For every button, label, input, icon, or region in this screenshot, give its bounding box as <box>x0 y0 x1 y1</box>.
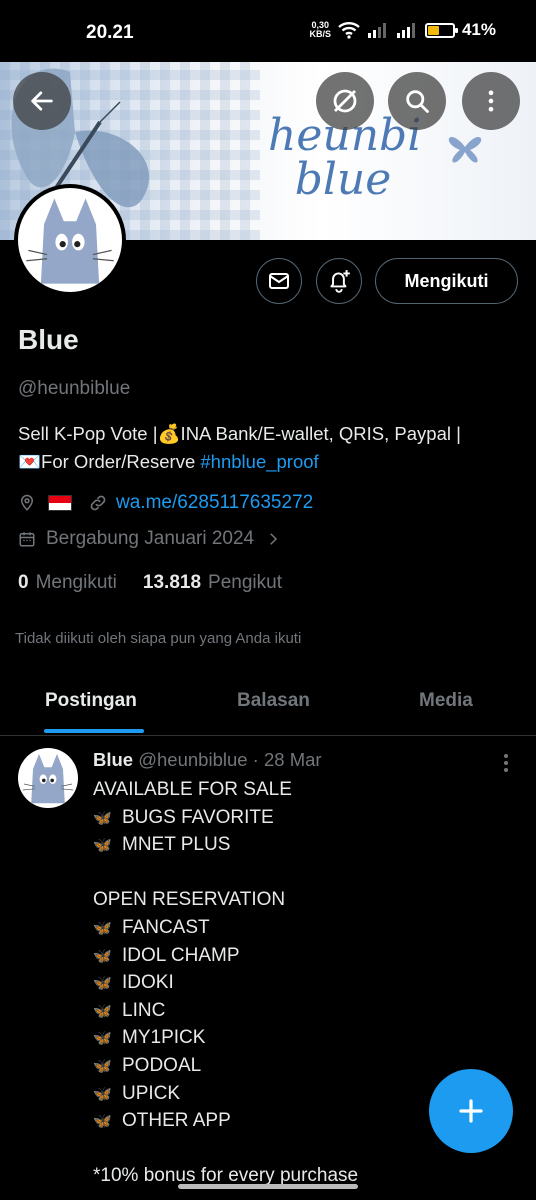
post-avatar[interactable] <box>18 748 78 808</box>
battery-percent: 41% <box>461 20 496 39</box>
followers-stat[interactable]: 13.818 Pengikut <box>143 572 282 594</box>
more-vertical-icon <box>488 90 494 112</box>
butterfly-icon: 🦋 <box>93 947 112 965</box>
signal-icon-1 <box>367 23 386 38</box>
plus-icon <box>459 1099 483 1123</box>
home-indicator[interactable] <box>178 1184 358 1189</box>
butterfly-icon: 🦋 <box>93 837 112 855</box>
butterfly-icon: 🦋 <box>93 1030 112 1048</box>
back-button[interactable] <box>13 72 71 130</box>
signal-icon-2 <box>396 23 415 38</box>
message-button[interactable] <box>256 258 302 304</box>
status-indicators: 0,30 KB/S 41% <box>309 20 496 40</box>
post-line: OPEN RESERVATION <box>93 889 286 911</box>
post-more-button[interactable] <box>496 752 516 774</box>
notify-button[interactable] <box>316 258 362 304</box>
search-icon <box>406 90 429 113</box>
profile-link[interactable]: wa.me/6285117635272 <box>116 492 313 514</box>
post-line: 🦋 IDOKI <box>93 969 513 997</box>
post-line: AVAILABLE FOR SALE <box>93 779 292 800</box>
chevron-right-icon <box>270 533 278 545</box>
network-speed: 0,30 KB/S <box>309 20 331 39</box>
arrow-left-icon <box>31 91 53 111</box>
profile-tabs: Postingan Balasan Media <box>0 676 536 736</box>
butterfly-icon: 🦋 <box>93 1002 112 1020</box>
grok-icon <box>333 89 357 113</box>
butterfly-icon: 🦋 <box>93 1057 112 1075</box>
active-tab-indicator <box>44 729 144 733</box>
join-date-row[interactable]: Bergabung Januari 2024 <box>18 528 282 550</box>
post-line: 🦋 MNET PLUS <box>93 831 513 859</box>
profile-handle: @heunbiblue <box>18 378 131 399</box>
bell-plus-icon <box>330 270 350 293</box>
hashtag-link[interactable]: #hnblue_proof <box>200 451 318 472</box>
more-vertical-icon <box>504 754 508 772</box>
post-date[interactable]: 28 Mar <box>264 749 322 770</box>
post-line: 🦋 BUGS FAVORITE <box>93 804 513 832</box>
join-date: Bergabung Januari 2024 <box>46 528 255 549</box>
indonesia-flag-icon <box>48 495 72 511</box>
profile-avatar[interactable] <box>14 184 126 296</box>
post-line: 🦋 MY1PICK <box>93 1024 513 1052</box>
wifi-icon <box>338 22 360 39</box>
cat-avatar-icon <box>22 754 74 804</box>
search-button[interactable] <box>388 72 446 130</box>
mail-icon <box>269 273 289 289</box>
following-stat[interactable]: 0 Mengikuti <box>18 572 117 594</box>
post-header: Blue @heunbiblue · 28 Mar <box>93 749 322 770</box>
tab-posts[interactable]: Postingan <box>45 690 137 712</box>
post-line: 🦋 IDOL CHAMP <box>93 942 513 970</box>
status-bar: 20.21 0,30 KB/S 41% <box>0 0 536 62</box>
butterfly-icon: 🦋 <box>93 1113 112 1131</box>
post-author-name[interactable]: Blue <box>93 749 133 770</box>
butterfly-icon: 🦋 <box>93 1085 112 1103</box>
butterfly-icon: 🦋 <box>93 975 112 993</box>
more-options-button[interactable] <box>462 72 520 130</box>
tab-replies[interactable]: Balasan <box>237 690 310 712</box>
small-butterfly-illustration <box>448 137 482 163</box>
following-button[interactable]: Mengikuti <box>375 258 518 304</box>
location-row: wa.me/6285117635272 <box>18 492 313 514</box>
compose-button[interactable] <box>429 1069 513 1153</box>
post-line: 🦋 LINC <box>93 997 513 1025</box>
grok-button[interactable] <box>316 72 374 130</box>
cat-avatar-icon <box>26 198 114 284</box>
calendar-icon <box>19 532 35 547</box>
follow-counts: 0 Mengikuti 13.818 Pengikut <box>18 572 282 594</box>
tab-media[interactable]: Media <box>419 690 473 712</box>
status-time: 20.21 <box>86 22 134 43</box>
profile-bio: Sell K-Pop Vote |💰INA Bank/E-wallet, QRI… <box>18 423 461 472</box>
post-line: 🦋 FANCAST <box>93 914 513 942</box>
battery-fill <box>427 25 439 35</box>
post-line <box>93 859 513 887</box>
butterfly-icon: 🦋 <box>93 919 112 937</box>
display-name: Blue <box>18 324 79 355</box>
location-pin-icon <box>20 494 34 511</box>
butterfly-icon: 🦋 <box>93 809 112 827</box>
link-icon <box>90 495 106 511</box>
battery-icon <box>424 22 458 38</box>
followers-you-know-note: Tidak diikuti oleh siapa pun yang Anda i… <box>15 630 302 647</box>
post-author-handle: @heunbiblue <box>138 749 248 770</box>
